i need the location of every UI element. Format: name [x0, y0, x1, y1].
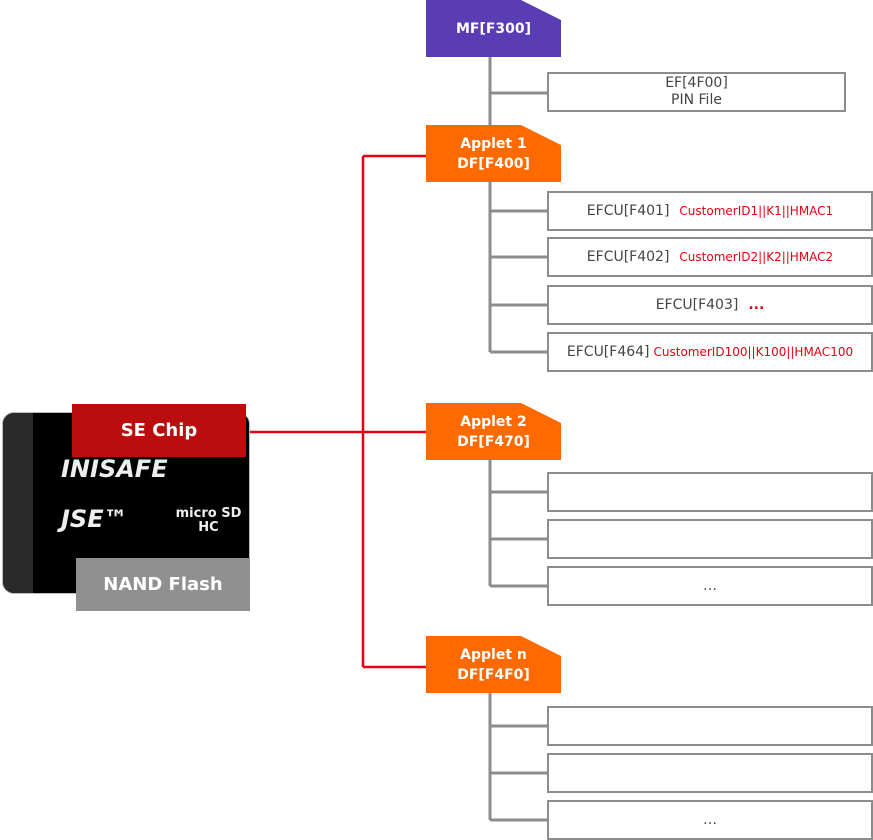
file-box: [547, 519, 873, 559]
card-product: JSE™: [61, 505, 128, 533]
applet-name: Applet 1: [460, 135, 527, 152]
efcu-file: EFCU[F464] CustomerID100||K100||HMAC100: [547, 332, 873, 372]
file-content: CustomerID100||K100||HMAC100: [653, 345, 854, 359]
ef-name: PIN File: [671, 92, 722, 108]
applet-name: Applet n: [460, 646, 527, 663]
applet-name: Applet 2: [460, 413, 527, 430]
applet-df: DF[F470]: [457, 433, 530, 450]
applet-df: DF[F4F0]: [457, 666, 530, 683]
file-id: EFCU[F464]: [566, 344, 650, 360]
ef-pin-file: EF[4F00] PIN File: [547, 72, 846, 112]
file-id: EFCU[F402]: [586, 249, 670, 265]
mf-label: MF[F300]: [455, 20, 532, 37]
file-id: EFCU[F403]: [655, 297, 739, 313]
file-id: EFCU[F401]: [586, 203, 670, 219]
nand-flash-label: NAND Flash: [76, 558, 250, 611]
se-chip-label: SE Chip: [72, 404, 246, 457]
efcu-file: EFCU[F403]...: [547, 285, 873, 325]
file-box: [547, 472, 873, 512]
file-box: …: [547, 800, 873, 840]
file-box: [547, 706, 873, 746]
file-content: CustomerID2||K2||HMAC2: [679, 250, 834, 264]
efcu-file: EFCU[F401] CustomerID1||K1||HMAC1: [547, 191, 873, 231]
efcu-file: EFCU[F402] CustomerID2||K2||HMAC2: [547, 237, 873, 277]
microsd-logo: micro SD HC: [175, 506, 242, 535]
file-id: …: [703, 578, 717, 594]
file-id: …: [703, 812, 717, 828]
card-edge: [3, 413, 33, 593]
card-brand: INISAFE: [61, 455, 168, 483]
file-box: [547, 753, 873, 793]
ef-id: EF[4F00]: [665, 75, 728, 91]
applet-df: DF[F400]: [457, 155, 530, 172]
file-content: CustomerID1||K1||HMAC1: [679, 204, 834, 218]
file-box: …: [547, 566, 873, 606]
file-content: ...: [748, 297, 765, 313]
